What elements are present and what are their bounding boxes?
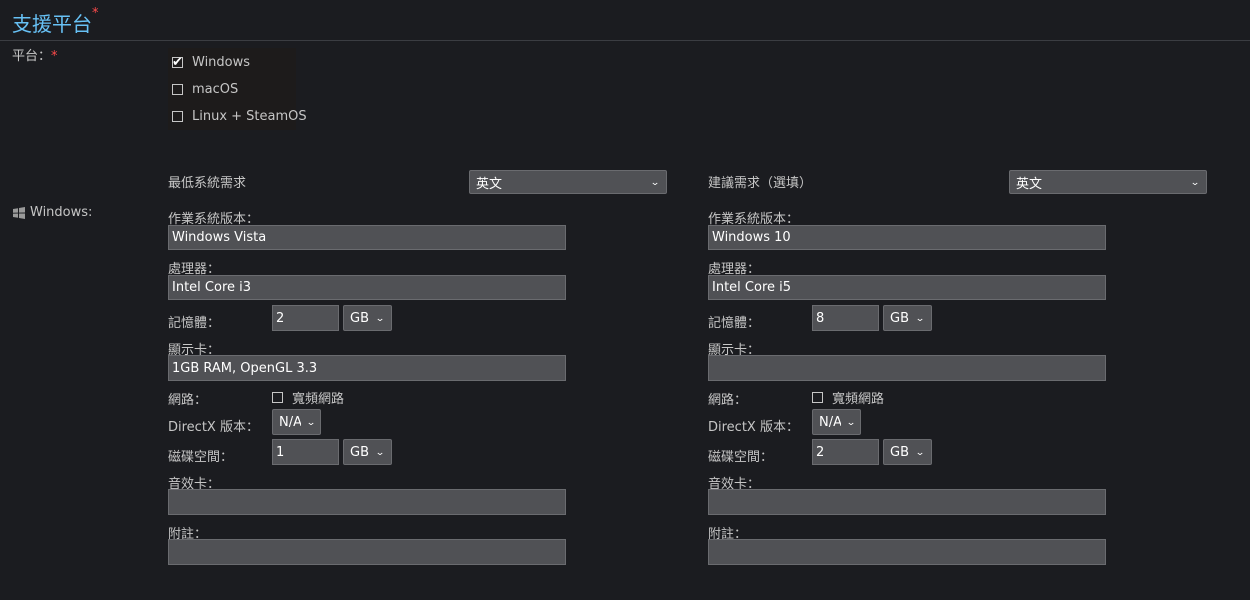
- windows-os-label-text: Windows:: [30, 205, 93, 220]
- minimum-memory-unit-value: GB: [350, 310, 369, 326]
- minimum-memory-label: 記憶體：: [168, 316, 221, 331]
- macos-checkbox[interactable]: [172, 84, 183, 95]
- platform-required-mark: *: [51, 49, 58, 64]
- platform-option-linux[interactable]: Linux + SteamOS: [172, 109, 307, 124]
- required-mark: *: [92, 6, 99, 21]
- chevron-down-icon: ⌄: [1189, 176, 1200, 188]
- recommended-broadband-option[interactable]: 寬頻網路: [812, 388, 884, 407]
- linux-option-label: Linux + SteamOS: [192, 109, 307, 124]
- macos-option-label: macOS: [192, 82, 239, 97]
- chevron-down-icon: ⌄: [374, 446, 385, 458]
- minimum-network-label: 網路：: [168, 393, 208, 408]
- platform-label-text: 平台：: [12, 49, 52, 64]
- minimum-storage-unit-select[interactable]: GB ⌄: [343, 439, 392, 465]
- recommended-notes-input[interactable]: [708, 539, 1106, 565]
- chevron-down-icon: ⌄: [649, 176, 660, 188]
- chevron-down-icon: ⌄: [305, 416, 316, 428]
- recommended-memory-unit-select[interactable]: GB ⌄: [883, 305, 932, 331]
- recommended-storage-input[interactable]: 2: [812, 439, 879, 465]
- minimum-language-value: 英文: [476, 176, 503, 192]
- recommended-sound-input[interactable]: [708, 489, 1106, 515]
- check-icon: ✔: [172, 55, 183, 70]
- recommended-language-value: 英文: [1016, 176, 1043, 192]
- recommended-network-label: 網路：: [708, 393, 748, 408]
- minimum-directx-value: N/A: [279, 414, 301, 430]
- section-title: 支援平台*: [12, 6, 99, 37]
- recommended-language-select[interactable]: 英文 ⌄: [1009, 170, 1207, 194]
- title-divider: [0, 40, 1250, 41]
- recommended-graphics-input[interactable]: [708, 355, 1106, 381]
- minimum-processor-input[interactable]: Intel Core i3: [168, 275, 566, 300]
- minimum-broadband-label: 寬頻網路: [292, 392, 345, 407]
- windows-os-label: Windows:: [12, 205, 92, 220]
- chevron-down-icon: ⌄: [914, 446, 925, 458]
- recommended-memory-unit-value: GB: [890, 310, 909, 326]
- linux-checkbox[interactable]: [172, 111, 183, 122]
- chevron-down-icon: ⌄: [845, 416, 856, 428]
- recommended-directx-select[interactable]: N/A ⌄: [812, 409, 861, 435]
- minimum-directx-select[interactable]: N/A ⌄: [272, 409, 321, 435]
- minimum-language-select[interactable]: 英文 ⌄: [469, 170, 667, 194]
- recommended-broadband-label: 寬頻網路: [832, 392, 885, 407]
- minimum-memory-unit-select[interactable]: GB ⌄: [343, 305, 392, 331]
- recommended-storage-unit-select[interactable]: GB ⌄: [883, 439, 932, 465]
- windows-checkbox[interactable]: ✔: [172, 55, 183, 70]
- chevron-down-icon: ⌄: [914, 312, 925, 324]
- recommended-memory-input[interactable]: 8: [812, 305, 879, 331]
- recommended-header: 建議需求（選填）: [708, 176, 813, 191]
- recommended-broadband-checkbox[interactable]: [812, 392, 823, 403]
- minimum-broadband-option[interactable]: 寬頻網路: [272, 388, 344, 407]
- minimum-storage-label: 磁碟空間：: [168, 450, 234, 465]
- recommended-directx-value: N/A: [819, 414, 841, 430]
- windows-option-label: Windows: [192, 55, 251, 70]
- recommended-directx-label: DirectX 版本：: [708, 420, 799, 435]
- recommended-storage-label: 磁碟空間：: [708, 450, 774, 465]
- minimum-storage-unit-value: GB: [350, 444, 369, 460]
- recommended-os-input[interactable]: Windows 10: [708, 225, 1106, 250]
- minimum-directx-label: DirectX 版本：: [168, 420, 259, 435]
- windows-logo-icon: [13, 206, 25, 219]
- recommended-storage-unit-value: GB: [890, 444, 909, 460]
- section-title-text: 支援平台: [12, 12, 92, 36]
- platform-option-macos[interactable]: macOS: [172, 82, 238, 97]
- minimum-storage-input[interactable]: 1: [272, 439, 339, 465]
- minimum-graphics-input[interactable]: 1GB RAM, OpenGL 3.3: [168, 355, 566, 381]
- platform-label: 平台：*: [12, 45, 58, 64]
- platform-option-windows[interactable]: ✔ Windows: [172, 55, 250, 70]
- minimum-memory-input[interactable]: 2: [272, 305, 339, 331]
- recommended-memory-label: 記憶體：: [708, 316, 761, 331]
- recommended-processor-input[interactable]: Intel Core i5: [708, 275, 1106, 300]
- minimum-broadband-checkbox[interactable]: [272, 392, 283, 403]
- minimum-os-input[interactable]: Windows Vista: [168, 225, 566, 250]
- minimum-header: 最低系統需求: [168, 176, 247, 191]
- minimum-notes-input[interactable]: [168, 539, 566, 565]
- chevron-down-icon: ⌄: [374, 312, 385, 324]
- minimum-sound-input[interactable]: [168, 489, 566, 515]
